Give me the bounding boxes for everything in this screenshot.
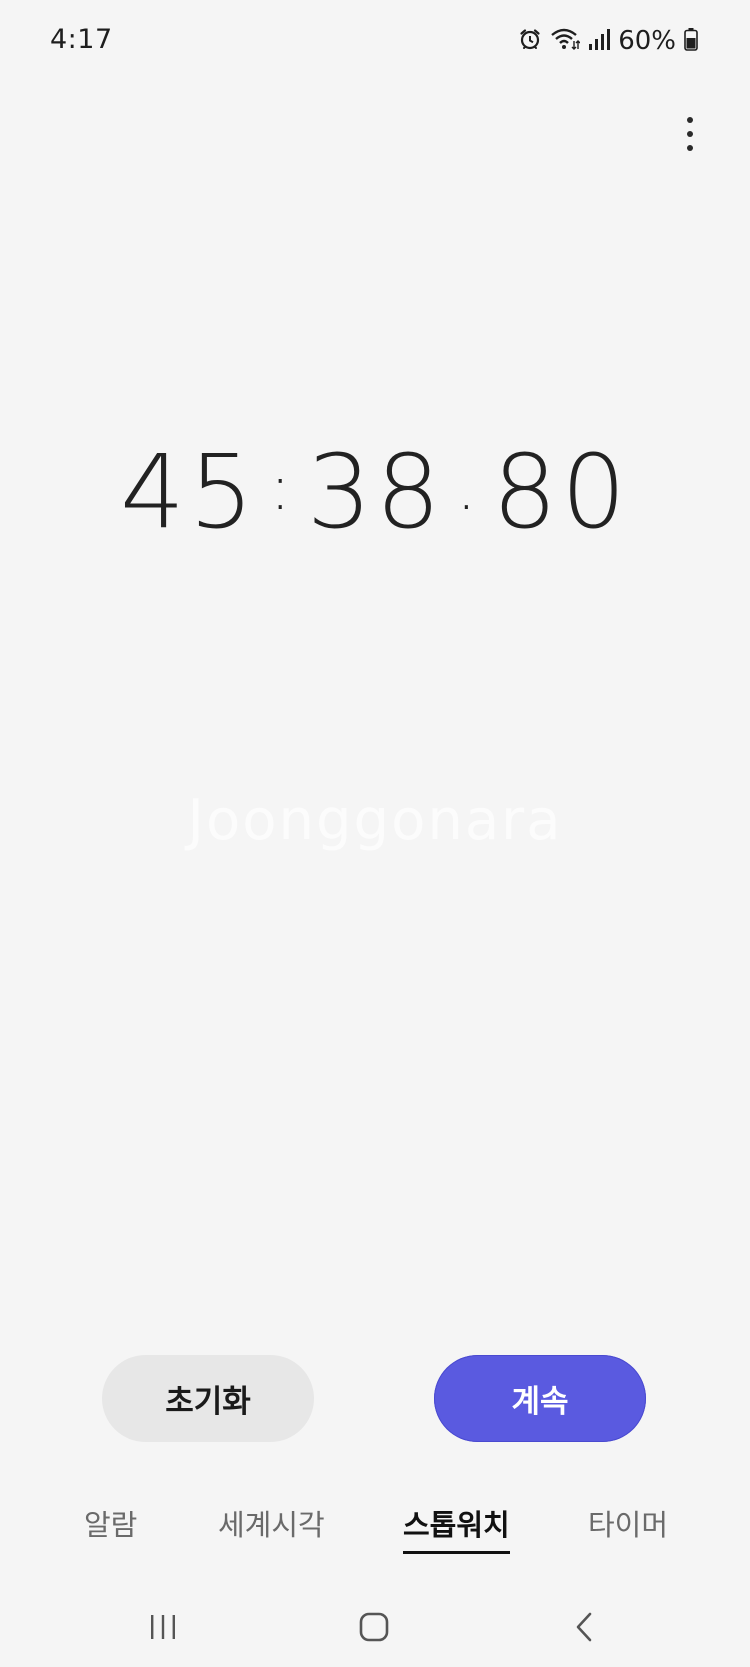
reset-button-label: 초기화 bbox=[165, 1384, 251, 1420]
tab-alarm[interactable]: 알람 bbox=[84, 1502, 137, 1544]
more-options-dot bbox=[687, 131, 693, 137]
back-icon bbox=[576, 1612, 592, 1642]
second-separator: . bbox=[456, 451, 481, 524]
back-button[interactable] bbox=[562, 1607, 606, 1647]
stopwatch-time: 45:38. 80 bbox=[0, 428, 750, 553]
active-tab-indicator bbox=[403, 1551, 510, 1554]
more-options-button[interactable] bbox=[670, 108, 710, 160]
tab-timer[interactable]: 타이머 bbox=[588, 1502, 668, 1544]
recent-apps-button[interactable] bbox=[141, 1607, 185, 1647]
stopwatch-seconds: 38 bbox=[306, 433, 445, 552]
status-icons: 60% bbox=[518, 24, 698, 58]
status-bar: 4:17 60% bbox=[0, 0, 750, 84]
home-icon bbox=[359, 1612, 389, 1642]
battery-icon bbox=[684, 27, 698, 55]
tab-label: 알람 bbox=[84, 1508, 138, 1542]
tab-world-clock[interactable]: 세계시각 bbox=[218, 1502, 325, 1544]
tab-bar: 알람 세계시각 스톱워치 타이머 bbox=[0, 1502, 750, 1562]
resume-button-label: 계속 bbox=[511, 1384, 569, 1420]
stopwatch-centiseconds: 80 bbox=[492, 433, 630, 552]
status-time: 4:17 bbox=[50, 24, 113, 55]
more-options-dot bbox=[687, 145, 693, 151]
battery-percent: 60% bbox=[618, 26, 676, 56]
alarm-icon bbox=[518, 27, 542, 55]
watermark: Joonggonara bbox=[187, 788, 563, 853]
system-nav-bar bbox=[0, 1595, 750, 1655]
reset-button[interactable]: 초기화 bbox=[102, 1355, 314, 1442]
minute-separator: : bbox=[269, 451, 295, 524]
resume-button[interactable]: 계속 bbox=[434, 1355, 646, 1442]
tab-stopwatch[interactable]: 스톱워치 bbox=[403, 1502, 510, 1554]
more-options-icon bbox=[687, 117, 693, 123]
recent-apps-icon bbox=[151, 1615, 175, 1639]
signal-icon bbox=[588, 27, 611, 55]
tab-label: 스톱워치 bbox=[403, 1508, 510, 1542]
tab-label: 세계시각 bbox=[218, 1508, 325, 1542]
home-button[interactable] bbox=[352, 1607, 396, 1647]
wifi-icon bbox=[550, 27, 581, 55]
tab-label: 타이머 bbox=[588, 1508, 669, 1542]
stopwatch-minutes: 45 bbox=[120, 433, 258, 552]
